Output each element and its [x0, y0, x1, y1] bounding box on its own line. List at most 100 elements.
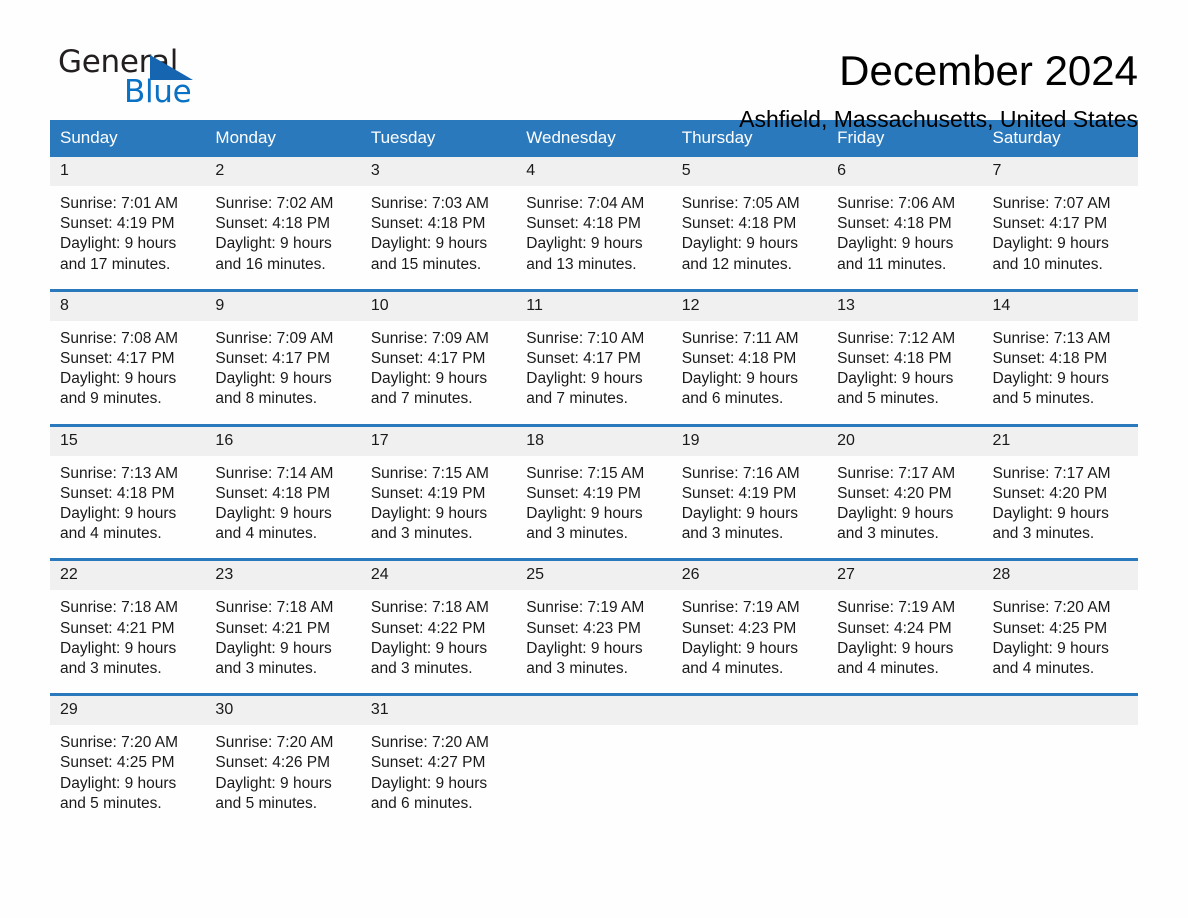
daylight-text-line2: and 7 minutes. [370, 390, 473, 408]
day-number[interactable]: 25 [516, 558, 672, 591]
daylight-text-line2: and 16 minutes. [215, 255, 326, 273]
daylight-text-line1: Daylight: 9 hours [992, 505, 1109, 523]
day-cell: Sunrise: 7:15 AM Sunset: 4:19 PM Daylight:… [516, 456, 671, 560]
day-number[interactable]: 20 [827, 423, 983, 456]
daylight-text-line1: Daylight: 9 hours [60, 370, 177, 388]
day-number[interactable]: 22 [50, 558, 206, 591]
sunrise-text: Sunrise: 7:17 AM [837, 464, 956, 482]
day-cell: Sunrise: 7:20 AM Sunset: 4:25 PM Daylight:… [50, 725, 205, 828]
day-cell: Sunrise: 7:09 AM Sunset: 4:17 PM Daylight:… [361, 321, 516, 425]
calendar-week-details: Sunrise: 7:08 AM Sunset: 4:17 PM Daylight:… [50, 321, 1138, 425]
daylight-text-line1: Daylight: 9 hours [837, 505, 954, 523]
day-cell: Sunrise: 7:05 AM Sunset: 4:18 PM Daylight:… [672, 186, 827, 290]
day-cell: Sunrise: 7:14 AM Sunset: 4:18 PM Daylight:… [205, 456, 360, 560]
sunset-text: Sunset: 4:17 PM [215, 350, 331, 368]
calendar-week-details: Sunrise: 7:20 AM Sunset: 4:25 PM Daylight:… [50, 725, 1138, 828]
sunrise-text: Sunrise: 7:18 AM [370, 599, 489, 617]
sunrise-text: Sunrise: 7:07 AM [992, 195, 1111, 212]
sunset-text: Sunset: 4:18 PM [215, 484, 331, 502]
day-number[interactable]: 8 [50, 288, 206, 321]
day-number[interactable]: 24 [360, 558, 517, 591]
sunset-text: Sunset: 4:18 PM [526, 215, 641, 233]
sunrise-text: Sunrise: 7:01 AM [60, 195, 179, 212]
sunset-text: Sunset: 4:18 PM [215, 215, 331, 233]
sunset-text: Sunset: 4:18 PM [992, 350, 1108, 368]
day-number[interactable]: 9 [205, 288, 361, 321]
calendar-week-daynumbers: 1234567 [50, 157, 1138, 186]
day-cell: Sunrise: 7:04 AM Sunset: 4:18 PM Daylight:… [516, 186, 671, 290]
daylight-text-line2: and 12 minutes. [681, 255, 792, 273]
daylight-text-line2: and 3 minutes. [370, 525, 473, 543]
daylight-text-line2: and 3 minutes. [992, 525, 1095, 543]
calendar-week-daynumbers: 8 9 10 11 12 13 14 [50, 288, 1138, 321]
day-number[interactable]: 26 [671, 558, 828, 591]
sunrise-text: Sunrise: 7:19 AM [681, 599, 800, 617]
day-cell-empty [827, 725, 982, 828]
day-number[interactable]: 13 [827, 288, 983, 321]
day-number[interactable]: 31 [360, 693, 517, 726]
sunset-text: Sunset: 4:17 PM [370, 350, 486, 368]
sunrise-text: Sunrise: 7:06 AM [837, 195, 956, 212]
day-number-empty [827, 693, 983, 726]
day-number[interactable]: 18 [516, 423, 672, 456]
daylight-text-line1: Daylight: 9 hours [370, 639, 488, 657]
sunrise-text: Sunrise: 7:12 AM [837, 329, 956, 347]
daylight-text-line1: Daylight: 9 hours [526, 505, 643, 523]
day-number[interactable]: 6 [827, 157, 983, 186]
day-number[interactable]: 30 [205, 693, 361, 726]
daylight-text-line1: Daylight: 9 hours [681, 370, 798, 388]
sunrise-text: Sunrise: 7:11 AM [681, 329, 799, 347]
daylight-text-line1: Daylight: 9 hours [681, 505, 798, 523]
sunrise-text: Sunrise: 7:09 AM [215, 329, 334, 347]
sunrise-text: Sunrise: 7:10 AM [526, 329, 645, 347]
sunset-text: Sunset: 4:19 PM [60, 215, 175, 233]
sunset-text: Sunset: 4:23 PM [526, 619, 641, 637]
daylight-text-line1: Daylight: 9 hours [60, 639, 177, 657]
day-number[interactable]: 1 [50, 157, 206, 186]
daylight-text-line1: Daylight: 9 hours [992, 370, 1109, 388]
day-number[interactable]: 5 [671, 157, 828, 186]
day-number[interactable]: 27 [827, 558, 983, 591]
sunrise-text: Sunrise: 7:08 AM [60, 329, 179, 347]
daylight-text-line1: Daylight: 9 hours [215, 370, 332, 388]
daylight-text-line2: and 3 minutes. [60, 660, 162, 678]
daylight-text-line2: and 4 minutes. [837, 660, 939, 678]
generalblue-logo[interactable]: General Blue [50, 44, 250, 114]
day-number[interactable]: 14 [982, 288, 1138, 321]
sunset-text: Sunset: 4:19 PM [681, 484, 797, 502]
day-cell: Sunrise: 7:13 AM Sunset: 4:18 PM Daylight:… [983, 321, 1138, 425]
day-number[interactable]: 10 [360, 288, 517, 321]
day-number[interactable]: 17 [360, 423, 517, 456]
sunset-text: Sunset: 4:26 PM [215, 754, 331, 772]
daylight-text-line1: Daylight: 9 hours [370, 505, 488, 523]
daylight-text-line2: and 9 minutes. [60, 390, 162, 408]
sunset-text: Sunset: 4:25 PM [60, 754, 175, 772]
day-number[interactable]: 12 [671, 288, 828, 321]
day-number[interactable]: 11 [516, 288, 672, 321]
day-cell: Sunrise: 7:19 AM Sunset: 4:23 PM Daylight:… [516, 590, 671, 694]
daylight-text-line1: Daylight: 9 hours [215, 235, 332, 253]
day-number[interactable]: 15 [50, 423, 206, 456]
daylight-text-line1: Daylight: 9 hours [992, 235, 1109, 253]
day-number[interactable]: 4 [516, 157, 672, 186]
day-number[interactable]: 23 [205, 558, 361, 591]
day-number[interactable]: 2 [205, 157, 361, 186]
day-number[interactable]: 21 [982, 423, 1138, 456]
day-cell: Sunrise: 7:18 AM Sunset: 4:22 PM Daylight:… [361, 590, 516, 694]
day-number[interactable]: 3 [360, 157, 517, 186]
day-cell: Sunrise: 7:18 AM Sunset: 4:21 PM Daylight:… [205, 590, 360, 694]
calendar-week-daynumbers: 29 30 31 [50, 693, 1138, 726]
day-cell: Sunrise: 7:02 AM Sunset: 4:18 PM Daylight:… [205, 186, 360, 290]
daylight-text-line2: and 5 minutes. [215, 794, 318, 812]
day-number[interactable]: 29 [50, 693, 206, 726]
sunrise-text: Sunrise: 7:13 AM [992, 329, 1111, 347]
weekday-header-monday: Monday [205, 120, 361, 157]
day-number[interactable]: 28 [982, 558, 1138, 591]
day-number[interactable]: 16 [205, 423, 361, 456]
daylight-text-line2: and 13 minutes. [526, 255, 637, 273]
day-number[interactable]: 7 [982, 157, 1138, 186]
sunrise-text: Sunrise: 7:02 AM [215, 195, 334, 212]
sunset-text: Sunset: 4:17 PM [526, 350, 641, 368]
sunrise-text: Sunrise: 7:16 AM [681, 464, 800, 482]
day-number[interactable]: 19 [671, 423, 828, 456]
